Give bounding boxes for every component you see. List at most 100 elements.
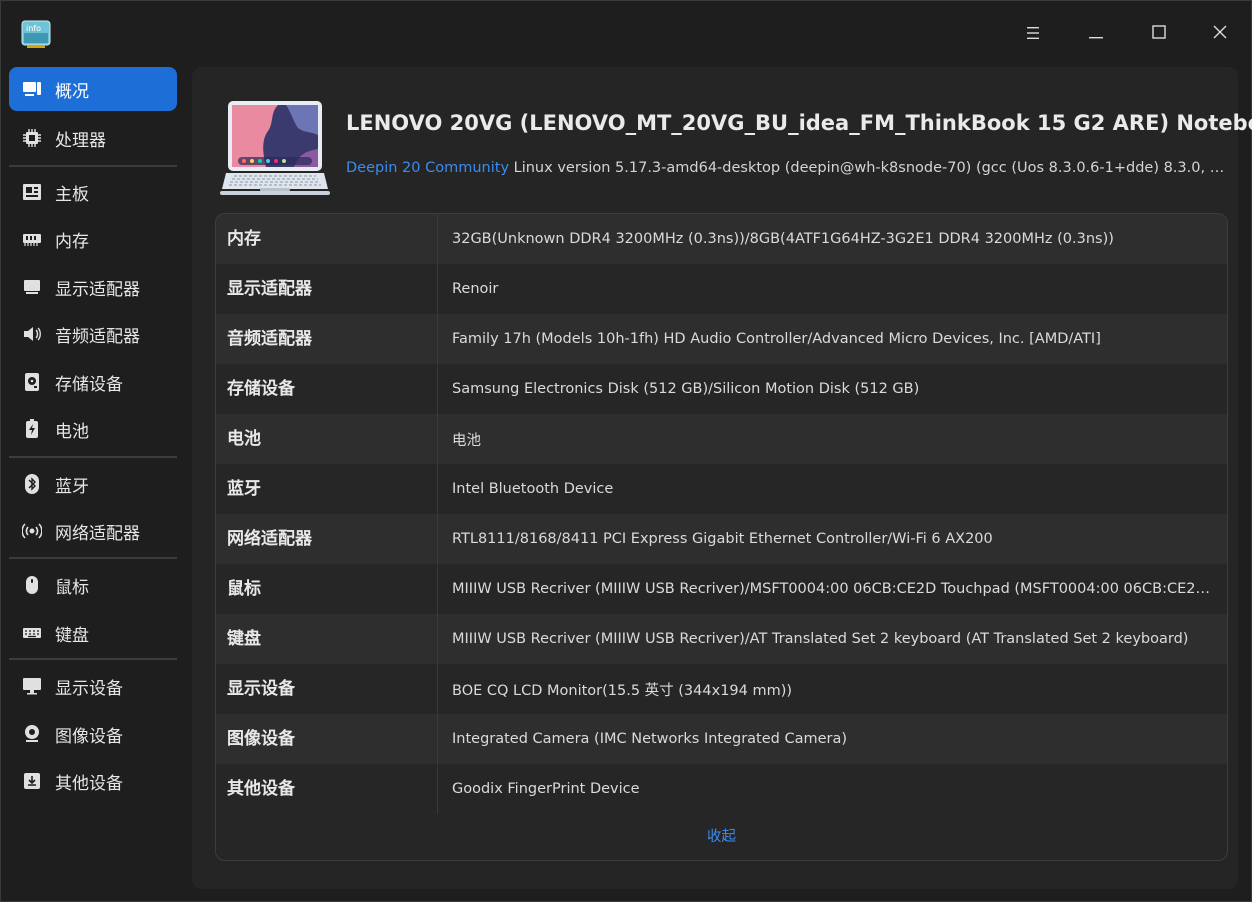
display-adapter-icon <box>21 276 43 298</box>
sidebar-item-label: 音频适配器 <box>55 326 140 347</box>
sidebar-item-label: 图像设备 <box>55 726 123 747</box>
close-icon <box>1212 24 1228 44</box>
row-value: Goodix FingerPrint Device <box>452 781 640 797</box>
table-row: 鼠标 MIIIW USB Recriver (MIIIW USB Recrive… <box>216 564 1227 614</box>
row-value: MIIIW USB Recriver (MIIIW USB Recriver)/… <box>452 581 1227 597</box>
sidebar-item-label: 鼠标 <box>55 577 89 598</box>
sidebar-item-monitor[interactable]: 显示设备 <box>9 664 177 708</box>
row-value: Family 17h (Models 10h-1fh) HD Audio Con… <box>452 331 1101 347</box>
sidebar-item-label: 其他设备 <box>55 773 123 794</box>
other-devices-icon <box>21 770 43 792</box>
table-row: 显示适配器 Renoir <box>216 264 1227 314</box>
row-value: Samsung Electronics Disk (512 GB)/Silico… <box>452 381 920 397</box>
sidebar-item-label: 存储设备 <box>55 374 123 395</box>
menu-icon <box>1025 25 1041 44</box>
sidebar-item-overview[interactable]: 概况 <box>9 67 177 111</box>
row-value: MIIIW USB Recriver (MIIIW USB Recriver)/… <box>452 631 1189 647</box>
table-row: 音频适配器 Family 17h (Models 10h-1fh) HD Aud… <box>216 314 1227 364</box>
sidebar-divider <box>9 456 177 458</box>
maximize-button[interactable] <box>1139 15 1179 53</box>
row-value: Renoir <box>452 281 499 297</box>
overview-icon <box>21 78 43 100</box>
sidebar-item-cpu[interactable]: 处理器 <box>9 116 177 160</box>
sidebar-divider <box>9 557 177 559</box>
sidebar-item-label: 概况 <box>55 81 89 102</box>
minimize-icon <box>1088 25 1104 44</box>
sidebar-item-label: 处理器 <box>55 130 106 151</box>
sidebar-item-bluetooth[interactable]: 蓝牙 <box>9 462 177 506</box>
row-key: 音频适配器 <box>216 314 438 364</box>
sidebar-item-display-adapter[interactable]: 显示适配器 <box>9 265 177 309</box>
sidebar-item-memory[interactable]: 内存 <box>9 217 177 261</box>
sidebar-item-label: 蓝牙 <box>55 476 89 497</box>
notebook-illustration <box>220 99 330 197</box>
sidebar-item-network[interactable]: 网络适配器 <box>9 509 177 553</box>
row-key: 存储设备 <box>216 364 438 414</box>
sidebar-item-storage[interactable]: 存储设备 <box>9 360 177 404</box>
table-row: 显示设备 BOE CQ LCD Monitor(15.5 英寸 (344x194… <box>216 664 1227 714</box>
memory-icon <box>21 228 43 250</box>
minimize-button[interactable] <box>1076 15 1116 53</box>
row-key: 图像设备 <box>216 714 438 764</box>
battery-icon <box>21 418 43 440</box>
motherboard-icon <box>21 181 43 203</box>
speaker-icon <box>21 323 43 345</box>
row-key: 显示设备 <box>216 664 438 714</box>
row-value: 32GB(Unknown DDR4 3200MHz (0.3ns))/8GB(4… <box>452 231 1114 247</box>
row-key: 显示适配器 <box>216 264 438 314</box>
row-key: 其他设备 <box>216 764 438 814</box>
sidebar-item-other-devices[interactable]: 其他设备 <box>9 759 177 803</box>
sidebar-item-label: 显示设备 <box>55 678 123 699</box>
sidebar-item-label: 主板 <box>55 184 89 205</box>
row-key: 电池 <box>216 414 438 464</box>
os-link[interactable]: Deepin 20 Community <box>346 160 509 176</box>
sidebar: 概况 处理器 主板 内存 显示适配器 音频适配器 存储设备 电池 蓝牙 网络适配… <box>1 67 191 901</box>
row-key: 蓝牙 <box>216 464 438 514</box>
sidebar-item-audio-adapter[interactable]: 音频适配器 <box>9 312 177 356</box>
sidebar-item-label: 显示适配器 <box>55 279 140 300</box>
menu-button[interactable] <box>1013 15 1053 53</box>
collapse-button[interactable]: 收起 <box>216 814 1227 860</box>
cpu-icon <box>21 127 43 149</box>
os-info: Deepin 20 Community Linux version 5.17.3… <box>346 160 1226 176</box>
sidebar-divider <box>9 165 177 167</box>
monitor-icon <box>21 675 43 697</box>
summary-table: 内存 32GB(Unknown DDR4 3200MHz (0.3ns))/8G… <box>215 213 1228 861</box>
row-value: BOE CQ LCD Monitor(15.5 英寸 (344x194 mm)) <box>452 682 793 699</box>
sidebar-item-label: 电池 <box>55 421 89 442</box>
row-value: Intel Bluetooth Device <box>452 481 614 497</box>
row-key: 键盘 <box>216 614 438 664</box>
sidebar-divider <box>9 658 177 660</box>
row-value: RTL8111/8168/8411 PCI Express Gigabit Et… <box>452 531 993 547</box>
row-key: 鼠标 <box>216 564 438 614</box>
storage-icon <box>21 371 43 393</box>
network-icon <box>21 520 43 542</box>
row-key: 内存 <box>216 214 438 264</box>
table-row: 其他设备 Goodix FingerPrint Device <box>216 764 1227 814</box>
keyboard-icon <box>21 622 43 644</box>
table-row: 内存 32GB(Unknown DDR4 3200MHz (0.3ns))/8G… <box>216 214 1227 264</box>
sidebar-item-label: 键盘 <box>55 625 89 646</box>
app-icon-label: info <box>26 24 41 33</box>
table-row: 电池 电池 <box>216 414 1227 464</box>
device-manager-window: info 概况 处理器 主板 内存 显示适配器 音频适配器 存储设备 电池 蓝牙… <box>0 0 1252 902</box>
overview-panel: LENOVO 20VG (LENOVO_MT_20VG_BU_idea_FM_T… <box>192 67 1252 889</box>
close-button[interactable] <box>1200 15 1240 53</box>
table-row: 存储设备 Samsung Electronics Disk (512 GB)/S… <box>216 364 1227 414</box>
mouse-icon <box>21 574 43 596</box>
camera-icon <box>21 723 43 745</box>
row-value: 电池 <box>452 432 481 449</box>
table-row: 图像设备 Integrated Camera (IMC Networks Int… <box>216 714 1227 764</box>
sidebar-item-label: 网络适配器 <box>55 523 140 544</box>
maximize-icon <box>1151 24 1167 44</box>
row-value: Integrated Camera (IMC Networks Integrat… <box>452 731 848 747</box>
row-key: 网络适配器 <box>216 514 438 564</box>
titlebar: info <box>1 1 1251 67</box>
sidebar-item-battery[interactable]: 电池 <box>9 407 177 451</box>
sidebar-item-camera[interactable]: 图像设备 <box>9 712 177 756</box>
device-title: LENOVO 20VG (LENOVO_MT_20VG_BU_idea_FM_T… <box>346 111 1252 135</box>
sidebar-item-motherboard[interactable]: 主板 <box>9 170 177 214</box>
table-row: 键盘 MIIIW USB Recriver (MIIIW USB Recrive… <box>216 614 1227 664</box>
sidebar-item-mouse[interactable]: 鼠标 <box>9 563 177 607</box>
sidebar-item-keyboard[interactable]: 键盘 <box>9 611 177 655</box>
